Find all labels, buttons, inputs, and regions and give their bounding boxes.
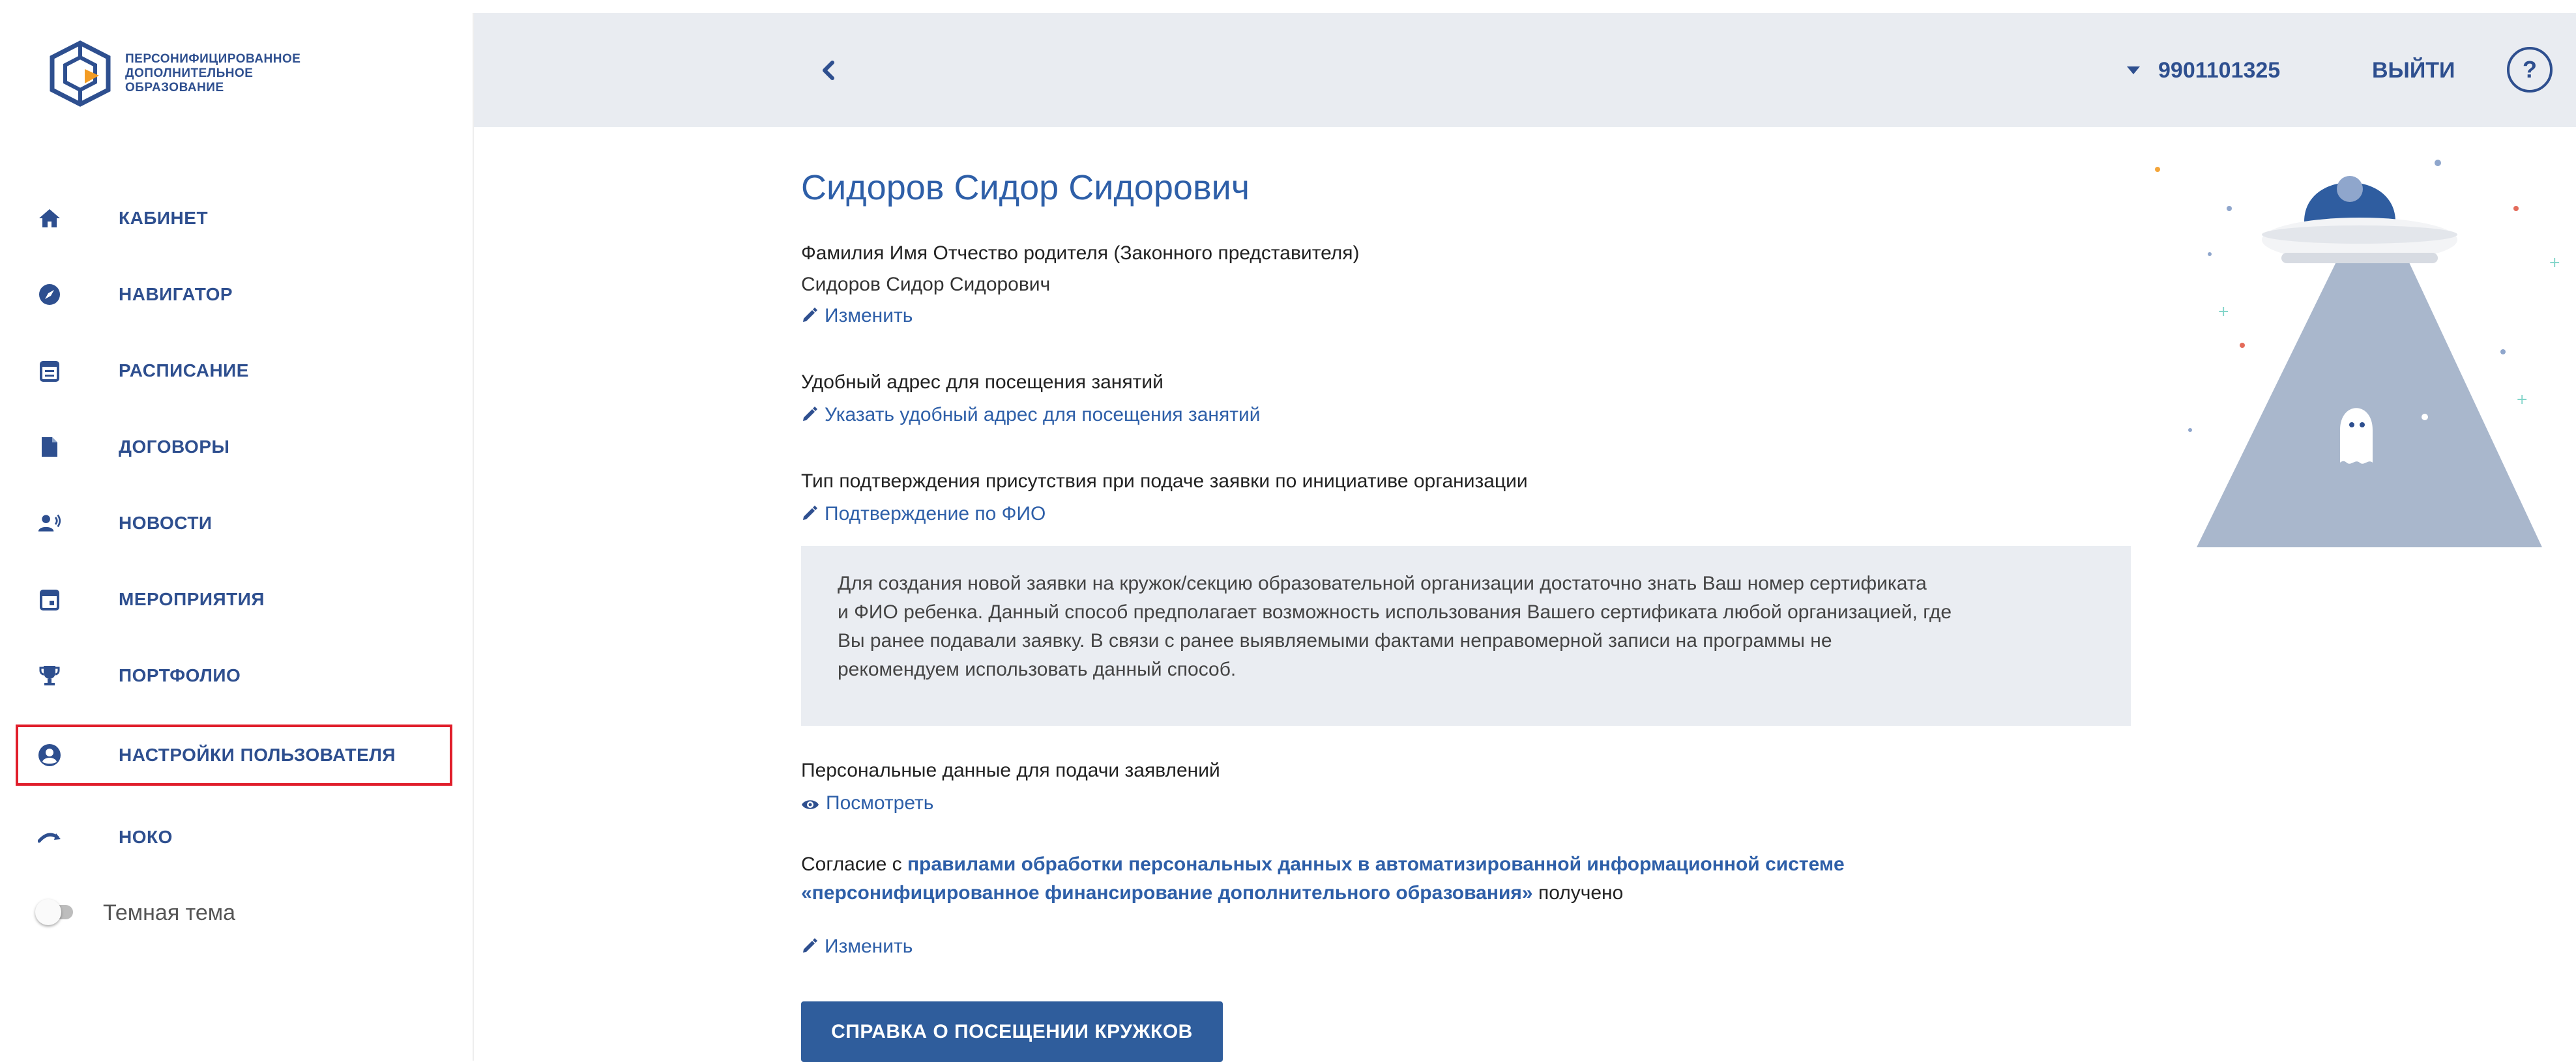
- sidebar-item-label: НОКО: [119, 827, 173, 847]
- sidebar-item-events[interactable]: МЕРОПРИЯТИЯ: [13, 570, 473, 629]
- consent-suffix: получено: [1532, 882, 1624, 904]
- user-circle-icon: [38, 743, 61, 767]
- address-label: Удобный адрес для посещения занятий: [801, 371, 1164, 393]
- view-personal-data-link-label: Посмотреть: [826, 792, 934, 814]
- pencil-icon: [801, 307, 818, 329]
- sidebar-item-label: МЕРОПРИЯТИЯ: [119, 589, 265, 609]
- sidebar-item-label: НАСТРОЙКИ ПОЛЬЗОВАТЕЛЯ: [119, 745, 396, 765]
- edit-parent-link[interactable]: Изменить: [801, 305, 913, 329]
- compass-icon: [38, 283, 61, 306]
- address-link-label: Указать удобный адрес для посещения заня…: [825, 404, 1261, 425]
- svg-text:+: +: [2549, 255, 2560, 271]
- address-link[interactable]: Указать удобный адрес для посещения заня…: [801, 404, 1260, 428]
- edit-parent-link-label: Изменить: [825, 305, 913, 326]
- logout-button[interactable]: ВЫЙТИ: [2372, 53, 2455, 87]
- consent-system-link[interactable]: «персонифицированное финансирование допо…: [801, 882, 1533, 904]
- calendar-icon: [38, 588, 61, 611]
- info-line: Вы ранее подавали заявку. В связи с ране…: [838, 630, 1832, 652]
- info-text: Для создания новой заявки на кружок/секц…: [838, 569, 2115, 684]
- news-icon: [38, 511, 61, 535]
- confirmation-type-label: Тип подтверждения присутствия при подаче…: [801, 470, 1528, 492]
- sidebar-item-user-settings[interactable]: НАСТРОЙКИ ПОЛЬЗОВАТЕЛЯ: [13, 726, 473, 784]
- sidebar-item-label: КАБИНЕТ: [119, 208, 209, 228]
- sidebar-item-navigator[interactable]: НАВИГАТОР: [13, 265, 473, 324]
- view-personal-data-link[interactable]: Посмотреть: [801, 792, 933, 816]
- logo-line: ПЕРСОНИФИЦИРОВАННОЕ: [125, 52, 301, 66]
- parent-name-value: Сидоров Сидор Сидорович: [801, 274, 1051, 295]
- logo-line: ОБРАЗОВАНИЕ: [125, 81, 224, 94]
- trend-icon: [38, 825, 61, 849]
- parent-name-label: Фамилия Имя Отчество родителя (Законного…: [801, 242, 1360, 264]
- sidebar-item-label: НАВИГАТОР: [119, 284, 233, 304]
- sidebar-item-label: ДОГОВОРЫ: [119, 437, 230, 457]
- svg-text:+: +: [2217, 304, 2229, 320]
- sidebar-item-cabinet[interactable]: КАБИНЕТ: [13, 189, 473, 248]
- ufo-icon: + + +: [2155, 160, 2560, 547]
- home-icon: [38, 207, 61, 230]
- eye-icon: [801, 794, 819, 816]
- main-content: Сидоров Сидор Сидорович Фамилия Имя Отче…: [801, 0, 2170, 1062]
- help-button[interactable]: ?: [2507, 47, 2553, 93]
- svg-text:+: +: [2516, 392, 2528, 408]
- pencil-icon: [801, 938, 818, 960]
- info-box: Для создания новой заявки на кружок/секц…: [801, 546, 2131, 726]
- info-line: Для создания новой заявки на кружок/секц…: [838, 573, 1927, 594]
- attendance-report-button[interactable]: СПРАВКА О ПОСЕЩЕНИИ КРУЖКОВ: [801, 1001, 1223, 1062]
- schedule-icon: [38, 359, 61, 382]
- logo-line: ДОПОЛНИТЕЛЬНОЕ: [125, 66, 254, 80]
- info-line: и ФИО ребенка. Данный способ предполагае…: [838, 601, 1952, 623]
- ufo-illustration: + + +: [2151, 143, 2576, 560]
- consent-text: Согласие с правилами обработки персональ…: [801, 850, 2105, 908]
- sidebar-item-portfolio[interactable]: ПОРТФОЛИО: [13, 646, 473, 705]
- trophy-icon: [38, 664, 61, 687]
- consent-rules-link[interactable]: правилами обработки персональных данных …: [907, 854, 1845, 875]
- confirmation-type-link[interactable]: Подтверждение по ФИО: [801, 503, 1046, 527]
- info-line: рекомендуем использовать данный способ.: [838, 659, 1237, 680]
- sidebar-item-contracts[interactable]: ДОГОВОРЫ: [13, 418, 473, 476]
- user-id: 9901101325: [2158, 58, 2281, 83]
- sidebar-item-noko[interactable]: НОКО: [13, 808, 473, 867]
- toggle-knob: [35, 899, 61, 925]
- sidebar-item-label: РАСПИСАНИЕ: [119, 360, 249, 380]
- logo-icon: [50, 40, 111, 107]
- page-title: Сидоров Сидор Сидорович: [801, 168, 1250, 207]
- dark-theme-toggle[interactable]: [35, 899, 73, 925]
- edit-consent-link[interactable]: Изменить: [801, 936, 913, 960]
- sidebar-item-schedule[interactable]: РАСПИСАНИЕ: [13, 341, 473, 400]
- sidebar: ПЕРСОНИФИЦИРОВАННОЕ ДОПОЛНИТЕЛЬНОЕ ОБРАЗ…: [13, 13, 474, 1061]
- edit-consent-link-label: Изменить: [825, 936, 913, 957]
- pencil-icon: [801, 505, 818, 527]
- dark-theme-label: Темная тема: [103, 900, 236, 925]
- personal-data-label: Персональные данные для подачи заявлений: [801, 760, 1220, 781]
- logo-text: ПЕРСОНИФИЦИРОВАННОЕ ДОПОЛНИТЕЛЬНОЕ ОБРАЗ…: [125, 52, 399, 95]
- sidebar-item-label: НОВОСТИ: [119, 513, 212, 533]
- app-logo[interactable]: ПЕРСОНИФИЦИРОВАННОЕ ДОПОЛНИТЕЛЬНОЕ ОБРАЗ…: [44, 38, 435, 129]
- document-icon: [38, 435, 61, 459]
- confirmation-type-link-label: Подтверждение по ФИО: [825, 503, 1046, 524]
- sidebar-item-label: ПОРТФОЛИО: [119, 665, 241, 685]
- consent-prefix: Согласие с: [801, 854, 907, 875]
- sidebar-item-news[interactable]: НОВОСТИ: [13, 494, 473, 553]
- pencil-icon: [801, 406, 818, 428]
